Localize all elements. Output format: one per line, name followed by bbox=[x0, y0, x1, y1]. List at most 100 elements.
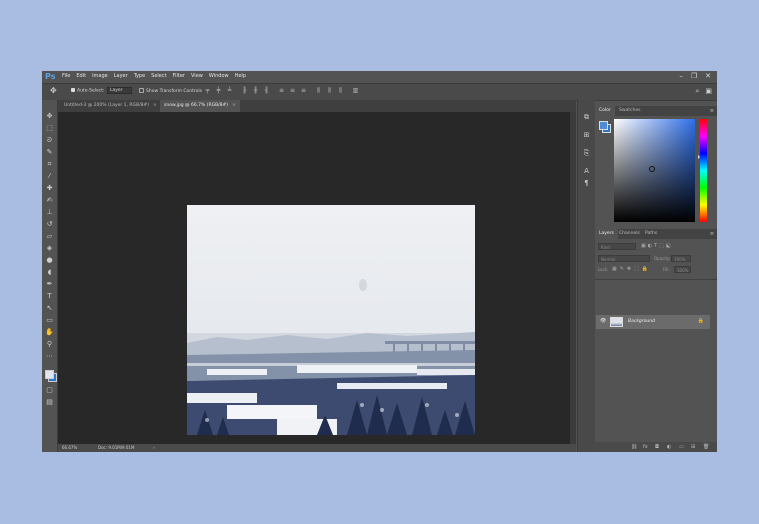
foreground-color-swatch[interactable] bbox=[45, 370, 54, 379]
zoom-tool-icon[interactable]: ⚲ bbox=[45, 340, 54, 349]
quick-mask-icon[interactable]: ▢ bbox=[45, 386, 54, 395]
menu-select[interactable]: Select bbox=[151, 73, 166, 79]
quick-select-tool-icon[interactable]: ✎ bbox=[45, 148, 54, 157]
tab-untitled-3[interactable]: Untitled-3 @ 200% (Layer 1, RGB/8#) × bbox=[60, 100, 161, 112]
clone-source-icon[interactable]: ⎘ bbox=[582, 149, 591, 158]
lasso-tool-icon[interactable]: ᘐ bbox=[45, 136, 54, 145]
move-tool-icon[interactable]: ✥ bbox=[45, 112, 54, 121]
distribute-left-icon[interactable]: ⫼ bbox=[315, 87, 322, 95]
tab-paths[interactable]: Paths bbox=[641, 229, 661, 239]
layer-style-icon[interactable]: fx bbox=[643, 444, 648, 450]
close-icon[interactable]: × bbox=[232, 103, 236, 108]
menu-type[interactable]: Type bbox=[134, 73, 145, 79]
menu-image[interactable]: Image bbox=[92, 73, 108, 79]
add-mask-icon[interactable]: ◘ bbox=[655, 444, 659, 450]
workspace-icon[interactable]: ▣ bbox=[705, 87, 712, 96]
lock-icons[interactable]: ▦✎✥⬚🔒 bbox=[612, 266, 651, 272]
history-icon[interactable]: ⧉ bbox=[582, 113, 591, 122]
menu-help[interactable]: Help bbox=[235, 73, 246, 79]
menu-edit[interactable]: Edit bbox=[76, 73, 86, 79]
align-bottom-icon[interactable]: ╧ bbox=[226, 87, 233, 95]
align-right-icon[interactable]: ╢ bbox=[263, 87, 270, 95]
link-layers-icon[interactable]: ⛓ bbox=[631, 444, 637, 450]
zoom-level[interactable]: 66.67% bbox=[62, 445, 77, 450]
adjustments-icon[interactable]: ⊞ bbox=[582, 131, 591, 140]
hue-slider[interactable] bbox=[700, 119, 707, 222]
marquee-tool-icon[interactable]: ⬚ bbox=[45, 124, 54, 133]
tab-snow-jpg[interactable]: snow.jpg @ 66.7% (RGB/8#) × bbox=[160, 100, 240, 112]
distribute-bottom-icon[interactable]: ≡ bbox=[300, 87, 307, 95]
filter-icons[interactable]: ▣◐T⬚⬕ bbox=[641, 243, 673, 249]
crop-tool-icon[interactable]: ⌗ bbox=[45, 160, 54, 169]
menu-layer[interactable]: Layer bbox=[114, 73, 128, 79]
menu-file[interactable]: File bbox=[62, 73, 70, 79]
close-icon[interactable]: ✕ bbox=[705, 72, 711, 80]
status-arrow-icon[interactable]: › bbox=[153, 445, 155, 450]
menu-view[interactable]: View bbox=[191, 73, 203, 79]
canvas-scrollbar[interactable] bbox=[570, 112, 576, 444]
hand-tool-icon[interactable]: ✋ bbox=[45, 328, 54, 337]
panel-menu-icon[interactable]: ≡ bbox=[710, 108, 714, 114]
new-layer-icon[interactable]: ⊞ bbox=[691, 444, 695, 450]
hue-slider-handle[interactable] bbox=[698, 155, 700, 159]
tab-color[interactable]: Color bbox=[595, 106, 615, 116]
close-icon[interactable]: × bbox=[153, 103, 157, 108]
distribute-hcenter-icon[interactable]: ⫼ bbox=[326, 87, 333, 95]
auto-select-value[interactable]: Layer bbox=[107, 87, 132, 94]
auto-select-checkbox[interactable] bbox=[71, 88, 75, 92]
minimize-icon[interactable]: – bbox=[679, 72, 683, 80]
align-vcenter-icon[interactable]: ╪ bbox=[215, 87, 222, 95]
paragraph-icon[interactable]: ¶ bbox=[582, 179, 591, 188]
new-group-icon[interactable]: ▭ bbox=[679, 444, 684, 450]
adjustment-layer-icon[interactable]: ◐ bbox=[667, 444, 671, 450]
fill-field[interactable]: 100% bbox=[674, 266, 691, 273]
clone-stamp-tool-icon[interactable]: ⊥ bbox=[45, 208, 54, 217]
brush-tool-icon[interactable]: ✍ bbox=[45, 196, 54, 205]
transform-checkbox[interactable] bbox=[139, 88, 144, 93]
more-tools-icon[interactable]: ⋯ bbox=[45, 352, 54, 361]
layer-filter-kind[interactable]: Kind bbox=[598, 243, 636, 250]
layer-row-background[interactable]: 👁 Background 🔒 bbox=[596, 315, 710, 329]
eye-icon[interactable]: 👁 bbox=[600, 318, 606, 324]
align-left-icon[interactable]: ╟ bbox=[241, 87, 248, 95]
eyedropper-tool-icon[interactable]: ⁄ bbox=[45, 172, 54, 181]
panel-menu-icon[interactable]: ≡ bbox=[710, 231, 714, 237]
search-icon[interactable]: ⌕ bbox=[695, 87, 699, 96]
menu-filter[interactable]: Filter bbox=[173, 73, 185, 79]
path-select-tool-icon[interactable]: ↖ bbox=[45, 304, 54, 313]
transform-controls-toggle[interactable]: Show Transform Controls bbox=[139, 88, 202, 94]
layer-thumbnail[interactable] bbox=[610, 317, 623, 327]
restore-icon[interactable]: ❐ bbox=[691, 72, 697, 80]
auto-align-icon[interactable]: ▥ bbox=[352, 87, 359, 95]
character-icon[interactable]: A bbox=[582, 167, 591, 176]
layer-name[interactable]: Background bbox=[628, 319, 655, 324]
shape-tool-icon[interactable]: ▭ bbox=[45, 316, 54, 325]
auto-select-dropdown[interactable]: Layer bbox=[107, 87, 132, 94]
paint-bucket-tool-icon[interactable]: ◈ bbox=[45, 244, 54, 253]
distribute-top-icon[interactable]: ≡ bbox=[278, 87, 285, 95]
pen-tool-icon[interactable]: ✒ bbox=[45, 280, 54, 289]
snow-photo[interactable] bbox=[187, 205, 475, 435]
tab-swatches[interactable]: Swatches bbox=[615, 106, 645, 116]
canvas-area[interactable] bbox=[58, 112, 570, 444]
history-brush-tool-icon[interactable]: ↺ bbox=[45, 220, 54, 229]
distribute-vcenter-icon[interactable]: ≡ bbox=[289, 87, 296, 95]
eraser-tool-icon[interactable]: ▱ bbox=[45, 232, 54, 241]
opacity-field[interactable]: 100% bbox=[671, 255, 691, 262]
delete-layer-icon[interactable]: 🗑 bbox=[703, 444, 709, 450]
move-tool-icon[interactable]: ✥ bbox=[50, 86, 57, 95]
align-hcenter-icon[interactable]: ╫ bbox=[252, 87, 259, 95]
align-top-icon[interactable]: ╤ bbox=[204, 87, 211, 95]
auto-select-toggle[interactable]: Auto-Select: bbox=[71, 88, 105, 94]
screen-mode-icon[interactable]: ▤ bbox=[45, 398, 54, 407]
foreground-color-swatch[interactable] bbox=[599, 121, 608, 130]
menu-window[interactable]: Window bbox=[209, 73, 229, 79]
type-tool-icon[interactable]: T bbox=[45, 292, 54, 301]
dodge-tool-icon[interactable]: ◖ bbox=[45, 268, 54, 277]
blur-tool-icon[interactable]: ● bbox=[45, 256, 54, 265]
blend-mode-select[interactable]: Normal bbox=[598, 255, 650, 262]
color-field[interactable] bbox=[614, 119, 695, 222]
color-picker-cursor[interactable] bbox=[649, 166, 655, 172]
healing-brush-tool-icon[interactable]: ✚ bbox=[45, 184, 54, 193]
tab-channels[interactable]: Channels bbox=[615, 229, 644, 239]
